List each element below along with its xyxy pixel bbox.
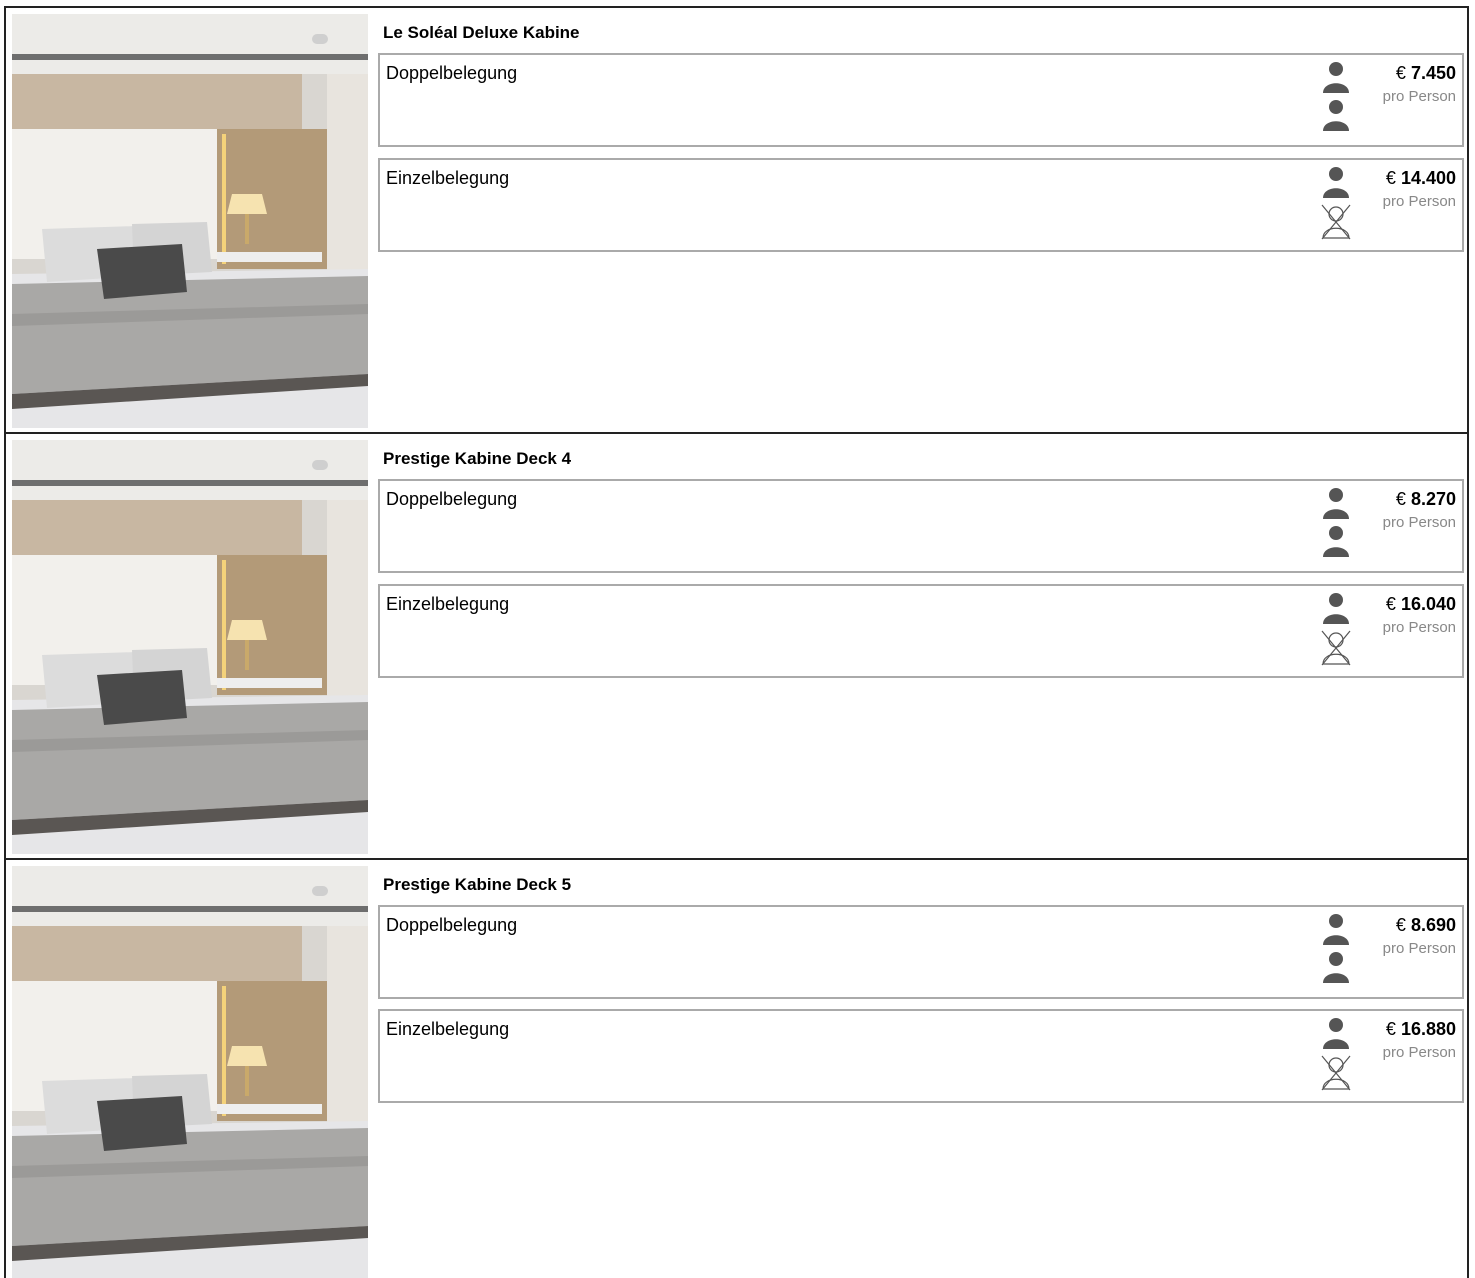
occupancy-option-single[interactable]: Einzelbelegung € 16.040 pro Person	[378, 584, 1464, 678]
price-amount: € 14.400	[1385, 168, 1456, 188]
occupancy-option-single[interactable]: Einzelbelegung € 14.400 pro Person	[378, 158, 1464, 252]
price-block: € 16.880 pro Person	[1383, 1019, 1456, 1061]
cabin-card: Le Soléal Deluxe Kabine Doppelbelegung €…	[4, 6, 1469, 434]
price-unit: pro Person	[1382, 193, 1456, 210]
price-block: € 8.270 pro Person	[1383, 489, 1456, 531]
cabin-card: Prestige Kabine Deck 5 Doppelbelegung € …	[4, 858, 1469, 1278]
two-persons-icon	[1320, 60, 1354, 136]
occupancy-label: Einzelbelegung	[386, 1019, 510, 1039]
occupancy-label: Einzelbelegung	[386, 594, 510, 614]
single-person-icon	[1320, 591, 1354, 667]
price-unit: pro Person	[1382, 940, 1456, 957]
price-amount: € 16.040	[1385, 594, 1456, 614]
occupancy-label: Doppelbelegung	[386, 63, 518, 83]
occupancy-option-double[interactable]: Doppelbelegung € 8.690 pro Person	[378, 905, 1464, 999]
occupancy-label: Einzelbelegung	[386, 168, 510, 188]
two-persons-icon	[1320, 912, 1354, 988]
price-block: € 7.450 pro Person	[1383, 63, 1456, 105]
cabin-title: Le Soléal Deluxe Kabine	[383, 23, 580, 42]
price-unit: pro Person	[1382, 619, 1456, 636]
occupancy-option-double[interactable]: Doppelbelegung € 7.450 pro Person	[378, 53, 1464, 147]
cabin-card: Prestige Kabine Deck 4 Doppelbelegung € …	[4, 432, 1469, 860]
occupancy-option-double[interactable]: Doppelbelegung € 8.270 pro Person	[378, 479, 1464, 573]
price-amount: € 8.690	[1395, 915, 1456, 935]
occupancy-label: Doppelbelegung	[386, 915, 518, 935]
price-block: € 16.040 pro Person	[1383, 594, 1456, 636]
occupancy-option-single[interactable]: Einzelbelegung € 16.880 pro Person	[378, 1009, 1464, 1103]
price-block: € 14.400 pro Person	[1383, 168, 1456, 210]
price-unit: pro Person	[1382, 1044, 1456, 1061]
cabin-photo	[12, 14, 368, 428]
price-unit: pro Person	[1382, 514, 1456, 531]
single-person-icon	[1320, 1016, 1354, 1092]
occupancy-label: Doppelbelegung	[386, 489, 518, 509]
price-unit: pro Person	[1382, 88, 1456, 105]
price-amount: € 7.450	[1395, 63, 1456, 83]
cabin-photo	[12, 440, 368, 854]
cabin-photo	[12, 866, 368, 1278]
price-block: € 8.690 pro Person	[1383, 915, 1456, 957]
price-amount: € 16.880	[1385, 1019, 1456, 1039]
cabin-title: Prestige Kabine Deck 4	[383, 449, 572, 468]
price-amount: € 8.270	[1395, 489, 1456, 509]
two-persons-icon	[1320, 486, 1354, 562]
cabin-title: Prestige Kabine Deck 5	[383, 875, 572, 894]
single-person-icon	[1320, 165, 1354, 241]
